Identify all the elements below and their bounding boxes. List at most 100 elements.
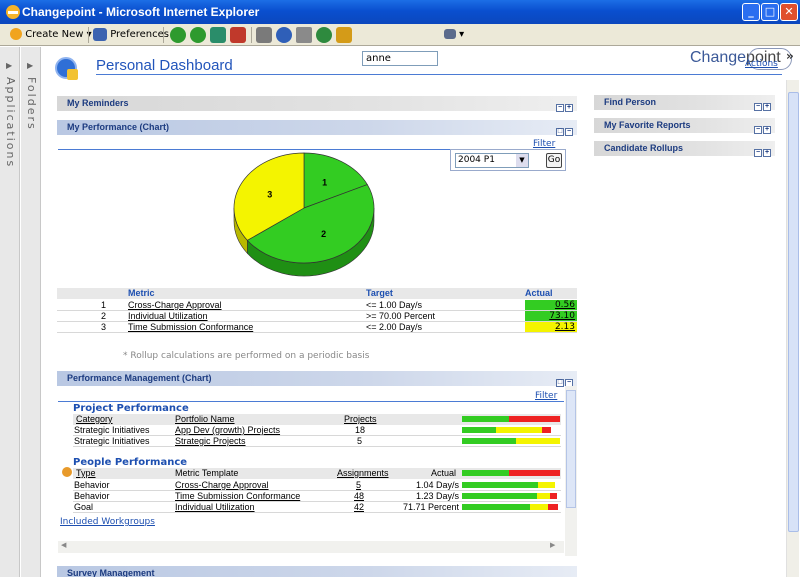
scrollbar-thumb[interactable] [566, 390, 576, 508]
minimize-button[interactable]: _ [742, 3, 760, 21]
expand-arrow-icon[interactable]: ▶ [27, 61, 33, 70]
title-bar: Changepoint - Microsoft Internet Explore… [0, 0, 800, 24]
panel-buttons: □ − [555, 123, 573, 138]
print-icon[interactable] [256, 27, 272, 43]
create-new-button[interactable]: Create New ▾ [10, 26, 92, 44]
metric-actual-link[interactable]: 2.13 [525, 322, 577, 332]
toolbar-overflow-button[interactable]: » [786, 49, 794, 63]
brand-prefix: Change [690, 49, 747, 66]
maximize-button[interactable]: □ [761, 3, 779, 21]
metric-actual-link[interactable]: 73.10 [525, 311, 577, 321]
included-workgroups-link[interactable]: Included Workgroups [60, 517, 155, 527]
tools-icon[interactable] [336, 27, 352, 43]
collapse-icon[interactable]: − [556, 104, 564, 112]
left-sidebar: ▶ Applications ▶ Folders [0, 47, 44, 577]
portfolio-column-header[interactable]: Portfolio Name [175, 414, 235, 424]
expand-icon[interactable]: + [763, 103, 771, 111]
portfolio-link[interactable]: Strategic Projects [175, 436, 246, 446]
people-performance-bar [548, 504, 558, 510]
template-column-header: Metric Template [175, 468, 239, 478]
binoculars-icon [444, 29, 456, 39]
assignments-link[interactable]: 5 [356, 480, 361, 490]
preferences-button[interactable]: Preferences [93, 26, 169, 44]
scroll-left-icon[interactable]: ◀ [61, 541, 66, 549]
collapse-icon[interactable]: − [754, 103, 762, 111]
expand-icon[interactable]: + [763, 126, 771, 134]
globe-icon[interactable] [316, 27, 332, 43]
panel-title: Candidate Rollups [604, 143, 684, 153]
perf-mgmt-filter-link[interactable]: Filter [535, 391, 557, 401]
people-performance-bar [530, 504, 548, 510]
metric-actual-link[interactable]: 0.56 [525, 300, 577, 310]
category-column-header[interactable]: Category [76, 414, 113, 424]
user-search-input[interactable]: anne [362, 51, 438, 66]
type-column-header[interactable]: Type [76, 468, 96, 478]
people-performance-bar [462, 504, 530, 510]
perf-mgmt-vertical-scrollbar[interactable] [565, 386, 577, 556]
candidate-rollups-panel-header[interactable]: Candidate Rollups − + [594, 141, 775, 159]
forward-icon[interactable] [190, 27, 206, 43]
assignments-link[interactable]: 42 [354, 502, 364, 512]
collapse-icon[interactable]: − [754, 149, 762, 157]
restore-icon[interactable]: □ [556, 128, 564, 136]
template-link[interactable]: Individual Utilization [175, 502, 255, 512]
toolbar-separator [88, 27, 89, 43]
perf-mgmt-horizontal-scrollbar[interactable]: ◀ ▶ [58, 541, 564, 553]
browser-window: Changepoint - Microsoft Internet Explore… [0, 0, 800, 577]
portfolio-link[interactable]: App Dev (growth) Projects [175, 425, 280, 435]
actual-column-header: Actual [431, 468, 457, 478]
project-category: Strategic Initiatives [74, 425, 150, 435]
perf-mgmt-panel-header[interactable]: Performance Management (Chart) □ − [57, 371, 577, 387]
expand-icon[interactable]: + [763, 149, 771, 157]
period-select[interactable]: 2004 P1 ▼ [455, 153, 529, 168]
window-vertical-scrollbar[interactable] [786, 80, 799, 577]
scroll-right-icon[interactable]: ▶ [550, 541, 555, 549]
help-icon[interactable] [276, 27, 292, 43]
template-link[interactable]: Time Submission Conformance [175, 491, 300, 501]
assignments-link[interactable]: 48 [354, 491, 364, 501]
expand-icon[interactable]: + [565, 104, 573, 112]
favorite-reports-panel-header[interactable]: My Favorite Reports − + [594, 118, 775, 134]
metric-target: <= 1.00 Day/s [366, 300, 423, 310]
metric-link[interactable]: Time Submission Conformance [128, 322, 253, 332]
window-title: Changepoint - Microsoft Internet Explore… [22, 5, 260, 19]
panel-buttons: − + [555, 99, 573, 114]
folders-tab[interactable]: ▶ Folders [21, 47, 41, 577]
performance-panel-header[interactable]: My Performance (Chart) □ − [57, 120, 577, 138]
back-icon[interactable] [170, 27, 186, 43]
find-person-panel-header[interactable]: Find Person − + [594, 95, 775, 111]
refresh-icon[interactable] [210, 27, 226, 43]
home-icon[interactable] [230, 27, 246, 43]
close-button[interactable]: ✕ [780, 3, 798, 21]
metric-link[interactable]: Individual Utilization [128, 311, 208, 321]
reminders-panel-header[interactable]: My Reminders − + [57, 96, 577, 114]
metric-column-header: Metric [128, 288, 155, 298]
metric-link[interactable]: Cross-Charge Approval [128, 300, 222, 310]
period-value: 2004 P1 [458, 155, 495, 165]
performance-filter-link[interactable]: Filter [533, 139, 555, 149]
expand-arrow-icon[interactable]: ▶ [6, 61, 12, 70]
panel-buttons: − + [753, 144, 771, 159]
collapse-icon[interactable]: − [754, 126, 762, 134]
folders-label: Folders [25, 77, 38, 131]
metric-row-number: 3 [101, 322, 107, 332]
chevron-down-icon: ▼ [516, 154, 528, 167]
people-performance-bar [550, 493, 557, 499]
go-button[interactable]: Go [546, 153, 562, 168]
restore-icon[interactable]: □ [556, 379, 564, 387]
ie-icon [6, 5, 20, 19]
template-link[interactable]: Cross-Charge Approval [175, 480, 269, 490]
title-underline [96, 74, 782, 75]
scrollbar-thumb[interactable] [788, 92, 799, 532]
row-divider [73, 490, 561, 491]
project-header-bar [509, 416, 560, 422]
projects-column-header[interactable]: Projects [344, 414, 377, 424]
project-performance-bar [462, 427, 496, 433]
actions-link[interactable]: Actions [745, 59, 778, 69]
user-search-button[interactable]: ▾ [444, 26, 464, 44]
minimize-icon[interactable]: − [565, 128, 573, 136]
assignments-column-header[interactable]: Assignments [337, 468, 389, 478]
survey-panel-header[interactable]: Survey Management [57, 566, 577, 577]
document-icon[interactable] [296, 27, 312, 43]
applications-tab[interactable]: ▶ Applications [0, 47, 20, 577]
